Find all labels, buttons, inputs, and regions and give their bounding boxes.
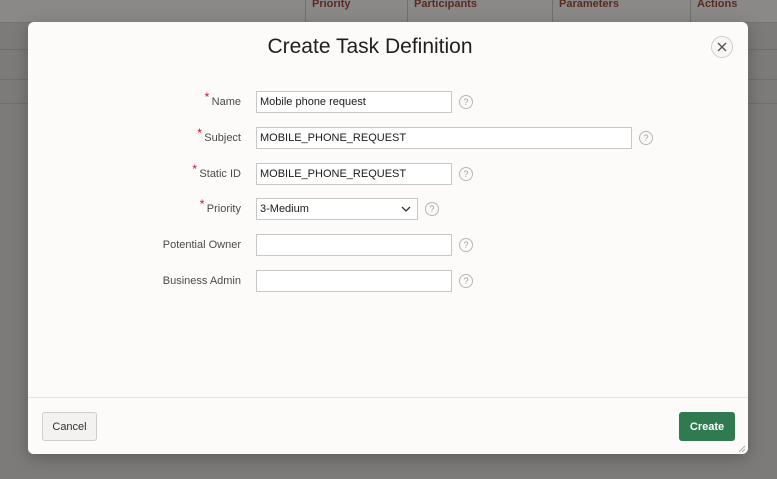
help-icon[interactable]: ? [459,95,473,109]
priority-label: * Priority [199,197,241,215]
priority-select[interactable]: 3-Medium [256,198,418,220]
required-marker: * [192,162,198,176]
dialog-footer: Cancel Create [28,397,748,454]
background-table-header: Priority Participants Parameters Actions [0,0,777,23]
field-row-potential-owner: Potential Owner ? [28,234,748,258]
field-row-static-id: * Static ID MOBILE_PHONE_REQUEST ? [28,162,748,187]
subject-input[interactable]: MOBILE_PHONE_REQUEST [256,127,632,149]
field-row-priority: * Priority 3-Medium ? [28,197,748,222]
field-row-name: * Name Mobile phone request ? [28,90,748,115]
create-task-definition-dialog: Create Task Definition * Name Mobile phon… [28,22,748,454]
column-header-parameters: Parameters [552,0,690,22]
resize-handle-icon[interactable] [738,445,746,453]
chevron-down-icon [401,206,411,212]
column-header-participants: Participants [407,0,552,22]
required-marker: * [199,197,205,211]
field-row-subject: * Subject MOBILE_PHONE_REQUEST ? [28,126,748,151]
help-icon[interactable]: ? [425,202,439,216]
business-admin-label: Business Admin [162,275,241,287]
business-admin-input[interactable] [256,270,452,292]
help-icon[interactable]: ? [459,274,473,288]
static-id-input[interactable]: MOBILE_PHONE_REQUEST [256,163,452,185]
close-icon [717,42,727,52]
column-header-actions: Actions [690,0,777,22]
dialog-title: Create Task Definition [267,35,473,58]
column-header-priority: Priority [305,0,407,22]
help-icon[interactable]: ? [459,167,473,181]
cancel-button[interactable]: Cancel [42,412,97,441]
create-button[interactable]: Create [679,412,735,441]
name-label: * Name [204,90,241,108]
field-row-business-admin: Business Admin ? [28,270,748,294]
potential-owner-label: Potential Owner [162,239,241,251]
subject-label: * Subject [197,126,241,144]
help-icon[interactable]: ? [459,238,473,252]
name-input[interactable]: Mobile phone request [256,91,452,113]
close-button[interactable] [711,36,733,58]
required-marker: * [197,126,202,140]
required-marker: * [204,90,210,104]
potential-owner-input[interactable] [256,234,452,256]
static-id-label: * Static ID [192,162,241,180]
priority-selected-value: 3-Medium [260,203,309,215]
help-icon[interactable]: ? [639,131,653,145]
